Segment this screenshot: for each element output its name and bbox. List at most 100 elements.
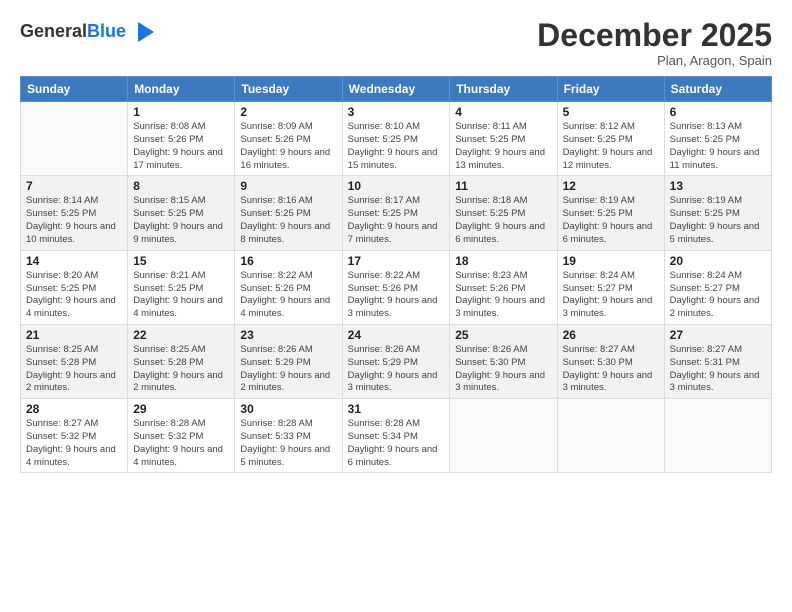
calendar-cell: 1 Sunrise: 8:08 AM Sunset: 5:26 PM Daylig…	[128, 102, 235, 176]
day-number: 24	[348, 328, 445, 342]
location: Plan, Aragon, Spain	[537, 53, 772, 68]
calendar-cell: 7 Sunrise: 8:14 AM Sunset: 5:25 PM Daylig…	[21, 176, 128, 250]
weekday-header-monday: Monday	[128, 77, 235, 102]
weekday-header-tuesday: Tuesday	[235, 77, 342, 102]
day-number: 16	[240, 254, 336, 268]
calendar-cell: 2 Sunrise: 8:09 AM Sunset: 5:26 PM Daylig…	[235, 102, 342, 176]
day-info: Sunrise: 8:15 AM Sunset: 5:25 PM Dayligh…	[133, 195, 229, 246]
day-info: Sunrise: 8:09 AM Sunset: 5:26 PM Dayligh…	[240, 121, 336, 172]
day-info: Sunrise: 8:10 AM Sunset: 5:25 PM Dayligh…	[348, 121, 445, 172]
calendar-cell: 9Sunrise: 8:16 AM Sunset: 5:25 PM Daylig…	[235, 176, 342, 250]
calendar-week-row: 14Sunrise: 8:20 AM Sunset: 5:25 PM Dayli…	[21, 250, 772, 324]
day-number: 27	[670, 328, 766, 342]
day-info: Sunrise: 8:08 AM Sunset: 5:26 PM Dayligh…	[133, 121, 229, 172]
calendar-header-row: SundayMondayTuesdayWednesdayThursdayFrid…	[21, 77, 772, 102]
calendar-cell: 25 Sunrise: 8:26 AM Sunset: 5:30 PM Dayli…	[450, 324, 557, 398]
day-number: 30	[240, 402, 336, 416]
day-info: Sunrise: 8:13 AM Sunset: 5:25 PM Dayligh…	[670, 121, 766, 172]
logo-general: General	[20, 21, 87, 41]
day-info: Sunrise: 8:26 AM Sunset: 5:30 PM Dayligh…	[455, 344, 551, 395]
calendar-week-row: 28Sunrise: 8:27 AM Sunset: 5:32 PM Dayli…	[21, 399, 772, 473]
day-info: Sunrise: 8:28 AM Sunset: 5:32 PM Dayligh…	[133, 418, 229, 469]
day-info: Sunrise: 8:17 AM Sunset: 5:25 PM Dayligh…	[348, 195, 445, 246]
calendar-cell: 30 Sunrise: 8:28 AM Sunset: 5:33 PM Dayli…	[235, 399, 342, 473]
day-number: 29	[133, 402, 229, 416]
day-number: 31	[348, 402, 445, 416]
calendar-cell: 28Sunrise: 8:27 AM Sunset: 5:32 PM Dayli…	[21, 399, 128, 473]
logo-blue: Blue	[87, 21, 126, 41]
logo: GeneralBlue	[20, 18, 156, 46]
calendar-cell: 23 Sunrise: 8:26 AM Sunset: 5:29 PM Dayli…	[235, 324, 342, 398]
day-info: Sunrise: 8:16 AM Sunset: 5:25 PM Dayligh…	[240, 195, 336, 246]
day-info: Sunrise: 8:23 AM Sunset: 5:26 PM Dayligh…	[455, 270, 551, 321]
calendar-cell	[664, 399, 771, 473]
day-number: 14	[26, 254, 122, 268]
day-number: 26	[563, 328, 659, 342]
calendar-week-row: 7 Sunrise: 8:14 AM Sunset: 5:25 PM Daylig…	[21, 176, 772, 250]
day-number: 23	[240, 328, 336, 342]
day-number: 3	[348, 105, 445, 119]
calendar-cell: 8 Sunrise: 8:15 AM Sunset: 5:25 PM Daylig…	[128, 176, 235, 250]
weekday-header-sunday: Sunday	[21, 77, 128, 102]
day-info: Sunrise: 8:22 AM Sunset: 5:26 PM Dayligh…	[348, 270, 445, 321]
header: GeneralBlue December 2025 Plan, Aragon, …	[20, 18, 772, 68]
day-number: 5	[563, 105, 659, 119]
day-number: 21	[26, 328, 122, 342]
day-info: Sunrise: 8:27 AM Sunset: 5:31 PM Dayligh…	[670, 344, 766, 395]
day-number: 1	[133, 105, 229, 119]
calendar-cell	[557, 399, 664, 473]
day-number: 17	[348, 254, 445, 268]
day-number: 4	[455, 105, 551, 119]
calendar-cell: 24Sunrise: 8:26 AM Sunset: 5:29 PM Dayli…	[342, 324, 450, 398]
calendar-cell: 10 Sunrise: 8:17 AM Sunset: 5:25 PM Dayli…	[342, 176, 450, 250]
day-number: 10	[348, 179, 445, 193]
day-number: 13	[670, 179, 766, 193]
calendar-cell	[450, 399, 557, 473]
day-number: 2	[240, 105, 336, 119]
calendar-cell: 17 Sunrise: 8:22 AM Sunset: 5:26 PM Dayli…	[342, 250, 450, 324]
day-number: 8	[133, 179, 229, 193]
day-info: Sunrise: 8:19 AM Sunset: 5:25 PM Dayligh…	[563, 195, 659, 246]
calendar-cell: 4 Sunrise: 8:11 AM Sunset: 5:25 PM Daylig…	[450, 102, 557, 176]
day-info: Sunrise: 8:27 AM Sunset: 5:30 PM Dayligh…	[563, 344, 659, 395]
calendar-cell: 15Sunrise: 8:21 AM Sunset: 5:25 PM Dayli…	[128, 250, 235, 324]
day-info: Sunrise: 8:11 AM Sunset: 5:25 PM Dayligh…	[455, 121, 551, 172]
calendar-cell: 21 Sunrise: 8:25 AM Sunset: 5:28 PM Dayli…	[21, 324, 128, 398]
day-number: 25	[455, 328, 551, 342]
calendar-cell: 27 Sunrise: 8:27 AM Sunset: 5:31 PM Dayli…	[664, 324, 771, 398]
calendar-cell	[21, 102, 128, 176]
day-info: Sunrise: 8:14 AM Sunset: 5:25 PM Dayligh…	[26, 195, 122, 246]
day-number: 22	[133, 328, 229, 342]
day-info: Sunrise: 8:26 AM Sunset: 5:29 PM Dayligh…	[240, 344, 336, 395]
weekday-header-friday: Friday	[557, 77, 664, 102]
day-info: Sunrise: 8:22 AM Sunset: 5:26 PM Dayligh…	[240, 270, 336, 321]
calendar-cell: 11 Sunrise: 8:18 AM Sunset: 5:25 PM Dayli…	[450, 176, 557, 250]
day-info: Sunrise: 8:28 AM Sunset: 5:33 PM Dayligh…	[240, 418, 336, 469]
calendar-cell: 19Sunrise: 8:24 AM Sunset: 5:27 PM Dayli…	[557, 250, 664, 324]
day-number: 11	[455, 179, 551, 193]
calendar-cell: 16 Sunrise: 8:22 AM Sunset: 5:26 PM Dayli…	[235, 250, 342, 324]
calendar-cell: 31Sunrise: 8:28 AM Sunset: 5:34 PM Dayli…	[342, 399, 450, 473]
month-title: December 2025	[537, 18, 772, 53]
day-number: 19	[563, 254, 659, 268]
day-info: Sunrise: 8:27 AM Sunset: 5:32 PM Dayligh…	[26, 418, 122, 469]
day-info: Sunrise: 8:25 AM Sunset: 5:28 PM Dayligh…	[26, 344, 122, 395]
logo-text: GeneralBlue	[20, 22, 126, 42]
day-info: Sunrise: 8:12 AM Sunset: 5:25 PM Dayligh…	[563, 121, 659, 172]
day-number: 15	[133, 254, 229, 268]
day-info: Sunrise: 8:19 AM Sunset: 5:25 PM Dayligh…	[670, 195, 766, 246]
calendar-cell: 5 Sunrise: 8:12 AM Sunset: 5:25 PM Daylig…	[557, 102, 664, 176]
day-info: Sunrise: 8:18 AM Sunset: 5:25 PM Dayligh…	[455, 195, 551, 246]
page: GeneralBlue December 2025 Plan, Aragon, …	[0, 0, 792, 612]
day-info: Sunrise: 8:24 AM Sunset: 5:27 PM Dayligh…	[670, 270, 766, 321]
day-number: 18	[455, 254, 551, 268]
calendar-cell: 6 Sunrise: 8:13 AM Sunset: 5:25 PM Daylig…	[664, 102, 771, 176]
day-number: 7	[26, 179, 122, 193]
calendar-cell: 26 Sunrise: 8:27 AM Sunset: 5:30 PM Dayli…	[557, 324, 664, 398]
calendar-cell: 18 Sunrise: 8:23 AM Sunset: 5:26 PM Dayli…	[450, 250, 557, 324]
day-info: Sunrise: 8:25 AM Sunset: 5:28 PM Dayligh…	[133, 344, 229, 395]
calendar-cell: 29 Sunrise: 8:28 AM Sunset: 5:32 PM Dayli…	[128, 399, 235, 473]
day-number: 6	[670, 105, 766, 119]
weekday-header-saturday: Saturday	[664, 77, 771, 102]
calendar-cell: 12Sunrise: 8:19 AM Sunset: 5:25 PM Dayli…	[557, 176, 664, 250]
